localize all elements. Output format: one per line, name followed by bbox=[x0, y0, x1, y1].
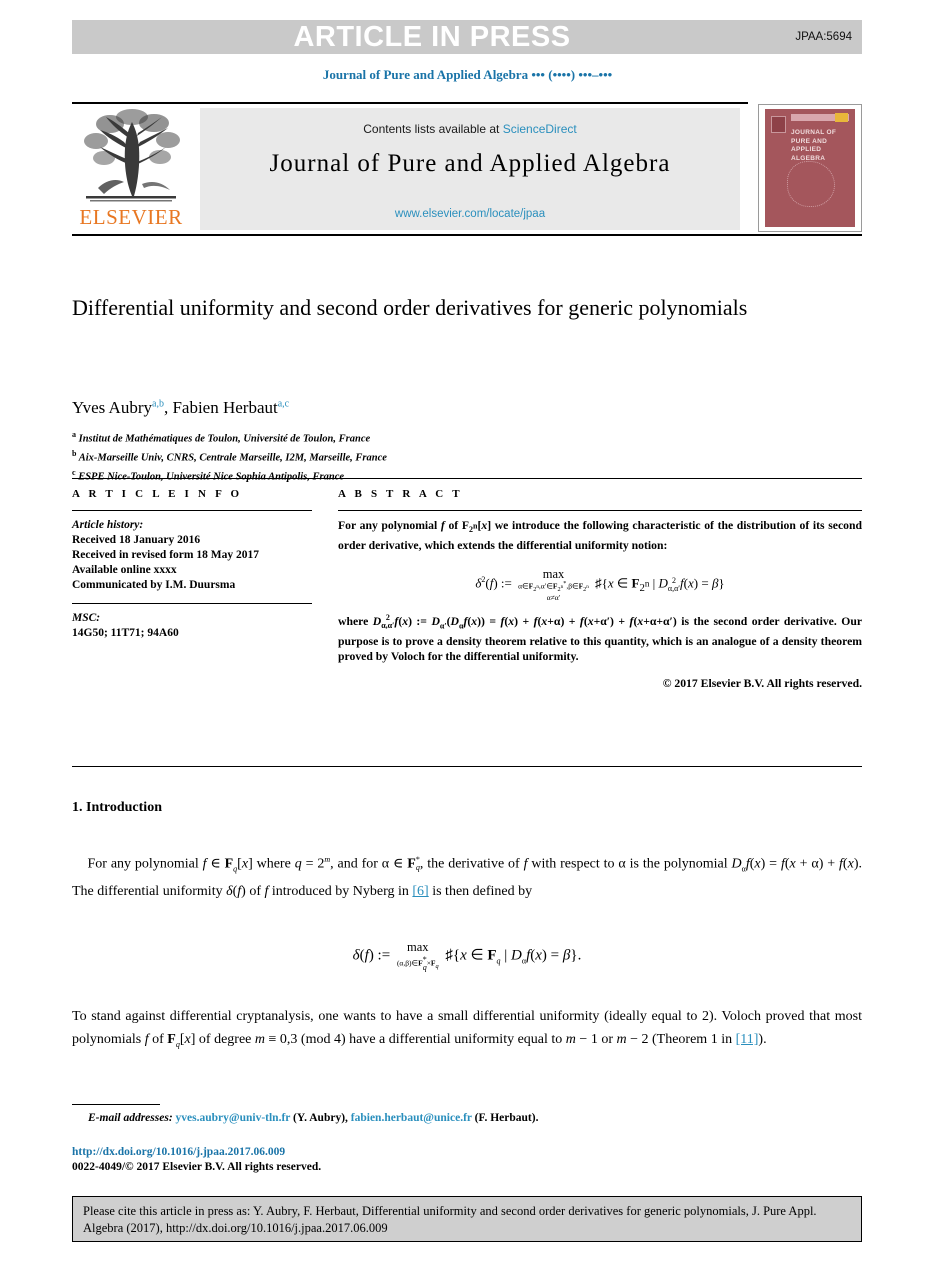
reference-link-6[interactable]: [6] bbox=[412, 884, 428, 899]
section-heading-introduction: 1. Introduction bbox=[72, 800, 162, 815]
affiliation-item: b Aix-Marseille Univ, CNRS, Centrale Mar… bbox=[72, 447, 832, 466]
email-link-herbaut[interactable]: fabien.herbaut@unice.fr bbox=[351, 1112, 472, 1124]
email-label: E-mail addresses: bbox=[88, 1112, 173, 1124]
article-history-label: Article history: bbox=[72, 519, 144, 531]
cover-title-line1: JOURNAL OF bbox=[791, 129, 837, 136]
max-operator: max (α,β)∈F * q ×Fq bbox=[396, 940, 439, 972]
doi-link[interactable]: http://dx.doi.org/10.1016/j.jpaa.2017.06… bbox=[72, 1146, 285, 1158]
affiliation-mark: a bbox=[72, 430, 76, 439]
manuscript-number: JPAA:5694 bbox=[795, 31, 852, 43]
affiliation-list: a Institut de Mathématiques de Toulon, U… bbox=[72, 428, 832, 485]
article-info-divider bbox=[72, 510, 312, 511]
abstract-section-bottom-rule bbox=[72, 766, 862, 767]
author-affil-marks: a,c bbox=[277, 398, 290, 410]
cover-elsevier-mark bbox=[771, 116, 786, 133]
article-in-press-banner: ARTICLE IN PRESS JPAA:5694 bbox=[72, 20, 862, 54]
running-head-issue: (••••) bbox=[548, 67, 576, 82]
abstract-paragraph-2: where D 2 α,α′ f(x) := Dα′(Dαf(x)) = f(x) +… bbox=[338, 613, 863, 664]
journal-masthead: ELSEVIER Contents lists available at Sci… bbox=[72, 104, 862, 232]
msc-block: MSC: 14G50; 11T71; 94A60 bbox=[72, 611, 312, 641]
intro-paragraph-2: To stand against differential cryptanaly… bbox=[72, 1009, 862, 1049]
footnote-rule bbox=[72, 1104, 160, 1105]
msc-codes: 14G50; 11T71; 94A60 bbox=[72, 627, 179, 639]
elsevier-tree-icon bbox=[84, 109, 180, 202]
author-list: Yves Aubrya,b, Fabien Herbauta,c bbox=[72, 398, 290, 417]
journal-cover-thumbnail: JOURNAL OF PURE AND APPLIED ALGEBRA bbox=[758, 104, 862, 232]
affiliation-text: Aix-Marseille Univ, CNRS, Centrale Marse… bbox=[78, 452, 387, 464]
article-first-page: ARTICLE IN PRESS JPAA:5694 Journal of Pu… bbox=[0, 0, 935, 1266]
citation-notice-box: Please cite this article in press as: Y.… bbox=[72, 1196, 862, 1242]
running-head-pages: •••–••• bbox=[578, 67, 613, 82]
citation-notice-text: Please cite this article in press as: Y.… bbox=[83, 1204, 817, 1235]
abstract-paragraph-1: For any polynomial f of F2n[x] we introd… bbox=[338, 519, 862, 552]
author-name: Fabien Herbaut bbox=[172, 398, 278, 417]
article-history-block: Article history: Received 18 January 201… bbox=[72, 518, 312, 593]
page-title: Differential uniformity and second order… bbox=[72, 295, 748, 320]
msc-divider bbox=[72, 603, 312, 604]
contents-box: Contents lists available at ScienceDirec… bbox=[200, 108, 740, 230]
affiliation-item: a Institut de Mathématiques de Toulon, U… bbox=[72, 428, 832, 447]
contents-available-line: Contents lists available at ScienceDirec… bbox=[200, 122, 740, 136]
history-communicated: Communicated by I.M. Duursma bbox=[72, 579, 236, 591]
article-in-press-label: ARTICLE IN PRESS bbox=[293, 21, 571, 53]
masthead-bottom-rule bbox=[72, 234, 862, 236]
affiliation-text: ESPE Nice-Toulon, Université Nice Sophia… bbox=[78, 471, 345, 483]
elsevier-logo: ELSEVIER bbox=[72, 108, 190, 232]
abstract-divider bbox=[338, 510, 862, 511]
cover-title-line2: PURE AND bbox=[791, 137, 828, 145]
email-footnote: E-mail addresses: yves.aubry@univ-tln.fr… bbox=[88, 1112, 868, 1124]
author-name: Yves Aubry bbox=[72, 398, 152, 417]
abstract-column: A B S T R A C T For any polynomial f of … bbox=[338, 488, 862, 690]
email-link-aubry[interactable]: yves.aubry@univ-tln.fr bbox=[176, 1112, 291, 1124]
cover-decorative-shape bbox=[787, 161, 835, 207]
article-info-column: A R T I C L E I N F O Article history: R… bbox=[72, 488, 312, 641]
abstract-equation-1: δ2(f) := max α∈F2n,α′∈F2n*,β∈F2n α≠α′ ♯{… bbox=[475, 567, 725, 603]
running-head-journal: Journal of Pure and Applied Algebra bbox=[322, 67, 529, 82]
intro-paragraph-1: For any polynomial f ∈ Fq[x] where q = 2… bbox=[72, 855, 862, 900]
msc-label: MSC: bbox=[72, 612, 101, 624]
elsevier-wordmark: ELSEVIER bbox=[79, 205, 183, 229]
cover-title-line3: APPLIED ALGEBRA bbox=[791, 146, 826, 162]
reference-link-11[interactable]: [11] bbox=[736, 1032, 759, 1047]
affiliation-item: c ESPE Nice-Toulon, Université Nice Soph… bbox=[72, 466, 832, 485]
history-received: Received 18 January 2016 bbox=[72, 534, 201, 546]
max-operator: max α∈F2n,α′∈F2n*,β∈F2n α≠α′ bbox=[518, 567, 589, 603]
cover-accent-block bbox=[835, 113, 848, 122]
cover-journal-title: JOURNAL OF PURE AND APPLIED ALGEBRA bbox=[791, 129, 853, 163]
abstract-section-top-rule bbox=[72, 478, 862, 479]
affiliation-mark: c bbox=[72, 468, 76, 477]
history-online: Available online xxxx bbox=[72, 564, 177, 576]
intro-equation-1: δ(f) := max (α,β)∈F * q ×Fq ♯{x ∈ Fq | Dαf(… bbox=[352, 940, 582, 972]
article-info-heading: A R T I C L E I N F O bbox=[72, 488, 243, 500]
contents-prefix: Contents lists available at bbox=[363, 122, 500, 136]
author-affil-marks: a,b bbox=[152, 398, 164, 410]
affiliation-text: Institut de Mathématiques de Toulon, Uni… bbox=[78, 433, 371, 445]
cover-artwork: JOURNAL OF PURE AND APPLIED ALGEBRA bbox=[765, 109, 855, 227]
email-author-herbaut: (F. Herbaut). bbox=[474, 1112, 539, 1124]
abstract-copyright: © 2017 Elsevier B.V. All rights reserved… bbox=[662, 676, 862, 690]
history-revised: Received in revised form 18 May 2017 bbox=[72, 549, 259, 561]
sciencedirect-link[interactable]: ScienceDirect bbox=[503, 122, 577, 136]
journal-homepage-url[interactable]: www.elsevier.com/locate/jpaa bbox=[200, 208, 740, 220]
email-author-aubry: (Y. Aubry), bbox=[293, 1112, 348, 1124]
affiliation-mark: b bbox=[72, 449, 77, 458]
abstract-heading: A B S T R A C T bbox=[338, 488, 463, 500]
running-head: Journal of Pure and Applied Algebra ••• … bbox=[0, 67, 935, 83]
journal-title: Journal of Pure and Applied Algebra bbox=[269, 150, 671, 177]
issn-copyright-line: 0022-4049/© 2017 Elsevier B.V. All right… bbox=[72, 1161, 322, 1173]
running-head-volume: ••• bbox=[531, 67, 545, 82]
